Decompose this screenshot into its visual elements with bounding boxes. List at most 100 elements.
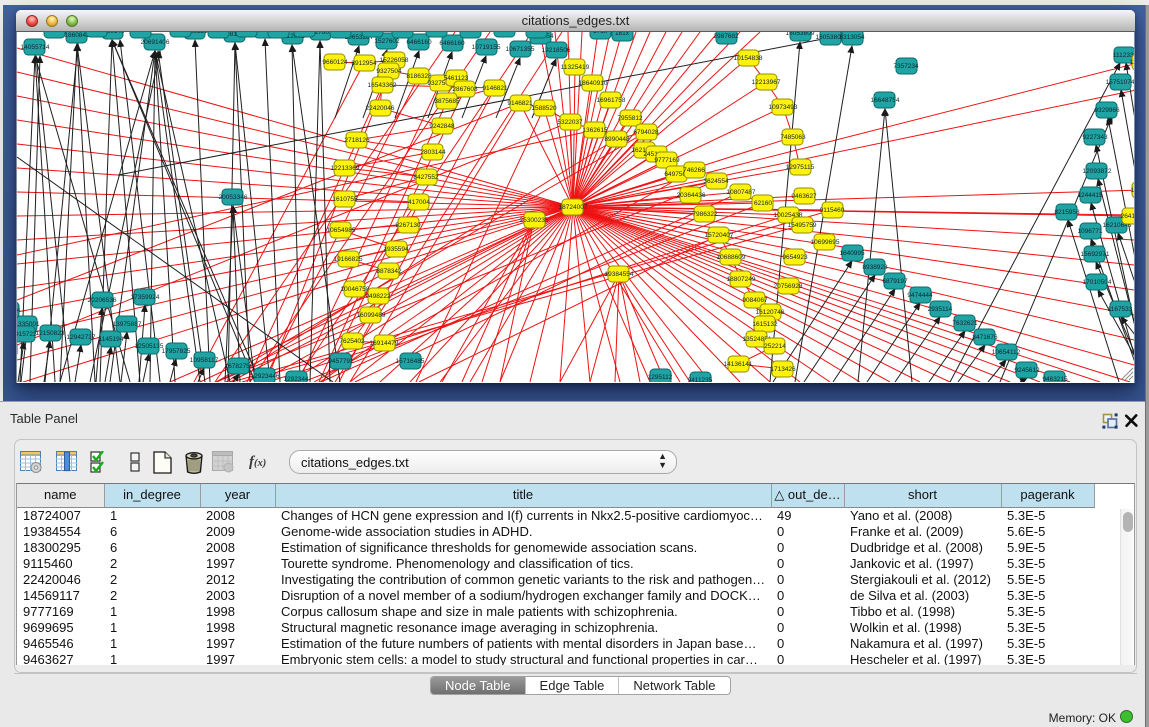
svg-text:10973493: 10973493 xyxy=(769,104,798,111)
svg-text:20206536: 20206536 xyxy=(88,297,117,304)
svg-text:2803144: 2803144 xyxy=(420,149,446,156)
svg-text:6794028: 6794028 xyxy=(633,129,659,136)
svg-text:10699695: 10699695 xyxy=(811,239,840,246)
svg-text:19218506: 19218506 xyxy=(542,47,571,54)
svg-text:3351194: 3351194 xyxy=(0,307,21,314)
svg-text:1640995: 1640995 xyxy=(839,250,865,257)
svg-text:15720407: 15720407 xyxy=(705,232,734,239)
svg-text:12505135: 12505135 xyxy=(135,343,164,350)
svg-text:208x: 208x xyxy=(240,26,255,33)
svg-text:17010504: 17010504 xyxy=(1083,279,1112,286)
svg-text:17359924: 17359924 xyxy=(131,294,160,301)
svg-text:209x: 209x xyxy=(366,26,381,33)
svg-text:10719155: 10719155 xyxy=(472,44,501,51)
svg-text:5322037: 5322037 xyxy=(557,119,583,126)
svg-text:10046758: 10046758 xyxy=(341,286,370,293)
svg-text:202x: 202x xyxy=(430,26,445,33)
svg-text:9777169: 9777169 xyxy=(654,157,680,164)
svg-text:20691406: 20691406 xyxy=(141,39,170,46)
svg-text:1295112: 1295112 xyxy=(648,374,673,381)
svg-text:207x: 207x xyxy=(498,26,513,33)
svg-text:8878342: 8878342 xyxy=(376,268,402,275)
svg-text:16961758: 16961758 xyxy=(597,97,626,104)
svg-text:25300235: 25300235 xyxy=(520,217,549,224)
svg-text:16099489: 16099489 xyxy=(357,312,386,319)
svg-text:746266: 746266 xyxy=(683,167,705,174)
svg-text:110x: 110x xyxy=(48,27,62,34)
svg-text:62160: 62160 xyxy=(754,200,772,207)
svg-text:8990448: 8990448 xyxy=(604,136,630,143)
svg-text:15495759: 15495759 xyxy=(788,222,817,229)
svg-text:1527602: 1527602 xyxy=(374,38,400,45)
svg-text:10154838: 10154838 xyxy=(734,55,763,62)
svg-text:16053809: 16053809 xyxy=(786,30,815,37)
svg-text:9242848: 9242848 xyxy=(429,123,455,130)
svg-text:6466160: 6466160 xyxy=(406,39,432,46)
svg-text:118x: 118x xyxy=(133,27,147,34)
svg-text:20756928: 20756928 xyxy=(774,283,803,290)
svg-text:9411235: 9411235 xyxy=(688,377,713,384)
svg-text:11325419: 11325419 xyxy=(561,64,590,71)
svg-text:12093872: 12093872 xyxy=(1083,168,1112,175)
svg-text:20053346: 20053346 xyxy=(219,194,248,201)
svg-text:9084067: 9084067 xyxy=(742,297,768,304)
svg-text:210x: 210x xyxy=(90,26,105,33)
svg-text:19166825: 19166825 xyxy=(334,256,363,263)
svg-text:2867608: 2867608 xyxy=(452,86,478,93)
svg-text:8912954: 8912954 xyxy=(351,60,377,67)
svg-text:417004: 417004 xyxy=(408,199,430,206)
svg-text:16914479: 16914479 xyxy=(370,340,399,347)
svg-text:7955812: 7955812 xyxy=(617,115,643,122)
svg-text:1362615: 1362615 xyxy=(582,127,608,134)
svg-text:16782759: 16782759 xyxy=(225,363,254,370)
svg-text:2641123: 2641123 xyxy=(1121,213,1146,220)
svg-text:12923446: 12923446 xyxy=(251,373,280,380)
svg-text:9654923: 9654923 xyxy=(782,254,808,261)
svg-text:8471676: 8471676 xyxy=(972,334,998,341)
svg-text:2718126: 2718126 xyxy=(344,137,370,144)
svg-text:8215958: 8215958 xyxy=(1054,209,1080,216)
svg-text:1123x: 1123x xyxy=(0,346,15,353)
svg-text:9474444: 9474444 xyxy=(907,292,933,299)
svg-text:18640910: 18640910 xyxy=(579,80,608,87)
svg-text:14136141: 14136141 xyxy=(724,361,753,368)
svg-text:9146821: 9146821 xyxy=(482,85,508,92)
svg-text:6466160: 6466160 xyxy=(439,40,465,47)
svg-text:9463215: 9463215 xyxy=(1042,376,1068,383)
svg-text:13975887: 13975887 xyxy=(113,321,142,328)
svg-text:9115460: 9115460 xyxy=(820,207,845,214)
svg-text:161x: 161x xyxy=(530,27,545,34)
svg-text:9245612: 9245612 xyxy=(1014,367,1040,374)
svg-text:12213369: 12213369 xyxy=(331,165,360,172)
svg-text:9498222: 9498222 xyxy=(365,293,391,300)
svg-text:12975115: 12975115 xyxy=(786,164,815,171)
svg-text:203x: 203x xyxy=(173,26,188,33)
svg-text:10807487: 10807487 xyxy=(727,189,756,196)
svg-text:1145194: 1145194 xyxy=(99,336,124,343)
svg-text:1713426: 1713426 xyxy=(770,366,796,373)
svg-text:181x: 181x xyxy=(615,30,630,37)
svg-text:19384554: 19384554 xyxy=(605,271,634,278)
svg-text:16543362: 16543362 xyxy=(368,82,397,89)
svg-text:9327504: 9327504 xyxy=(376,68,402,75)
svg-text:9329966: 9329966 xyxy=(1094,107,1120,114)
svg-text:1244415: 1244415 xyxy=(1077,192,1103,199)
svg-text:2935114: 2935114 xyxy=(928,306,953,313)
svg-text:3875685: 3875685 xyxy=(434,98,460,105)
svg-text:7357234: 7357234 xyxy=(893,63,919,70)
svg-text:9457791: 9457791 xyxy=(328,358,354,365)
svg-text:17957825: 17957825 xyxy=(162,348,191,355)
svg-text:1935594: 1935594 xyxy=(383,246,409,253)
svg-text:7485063: 7485063 xyxy=(780,134,806,141)
svg-text:1615132: 1615132 xyxy=(752,321,778,328)
svg-text:7986322: 7986322 xyxy=(692,211,718,218)
svg-text:10688609: 10688609 xyxy=(717,254,746,261)
svg-text:151x: 151x xyxy=(463,27,478,34)
svg-text:16120746: 16120746 xyxy=(756,309,785,316)
svg-text:16648754: 16648754 xyxy=(871,97,900,104)
svg-text:18807249: 18807249 xyxy=(727,276,756,283)
svg-text:6879197: 6879197 xyxy=(882,278,908,285)
svg-text:3624554: 3624554 xyxy=(703,178,729,185)
svg-text:1096771: 1096771 xyxy=(1077,228,1103,235)
svg-text:1167533: 1167533 xyxy=(1108,306,1133,313)
